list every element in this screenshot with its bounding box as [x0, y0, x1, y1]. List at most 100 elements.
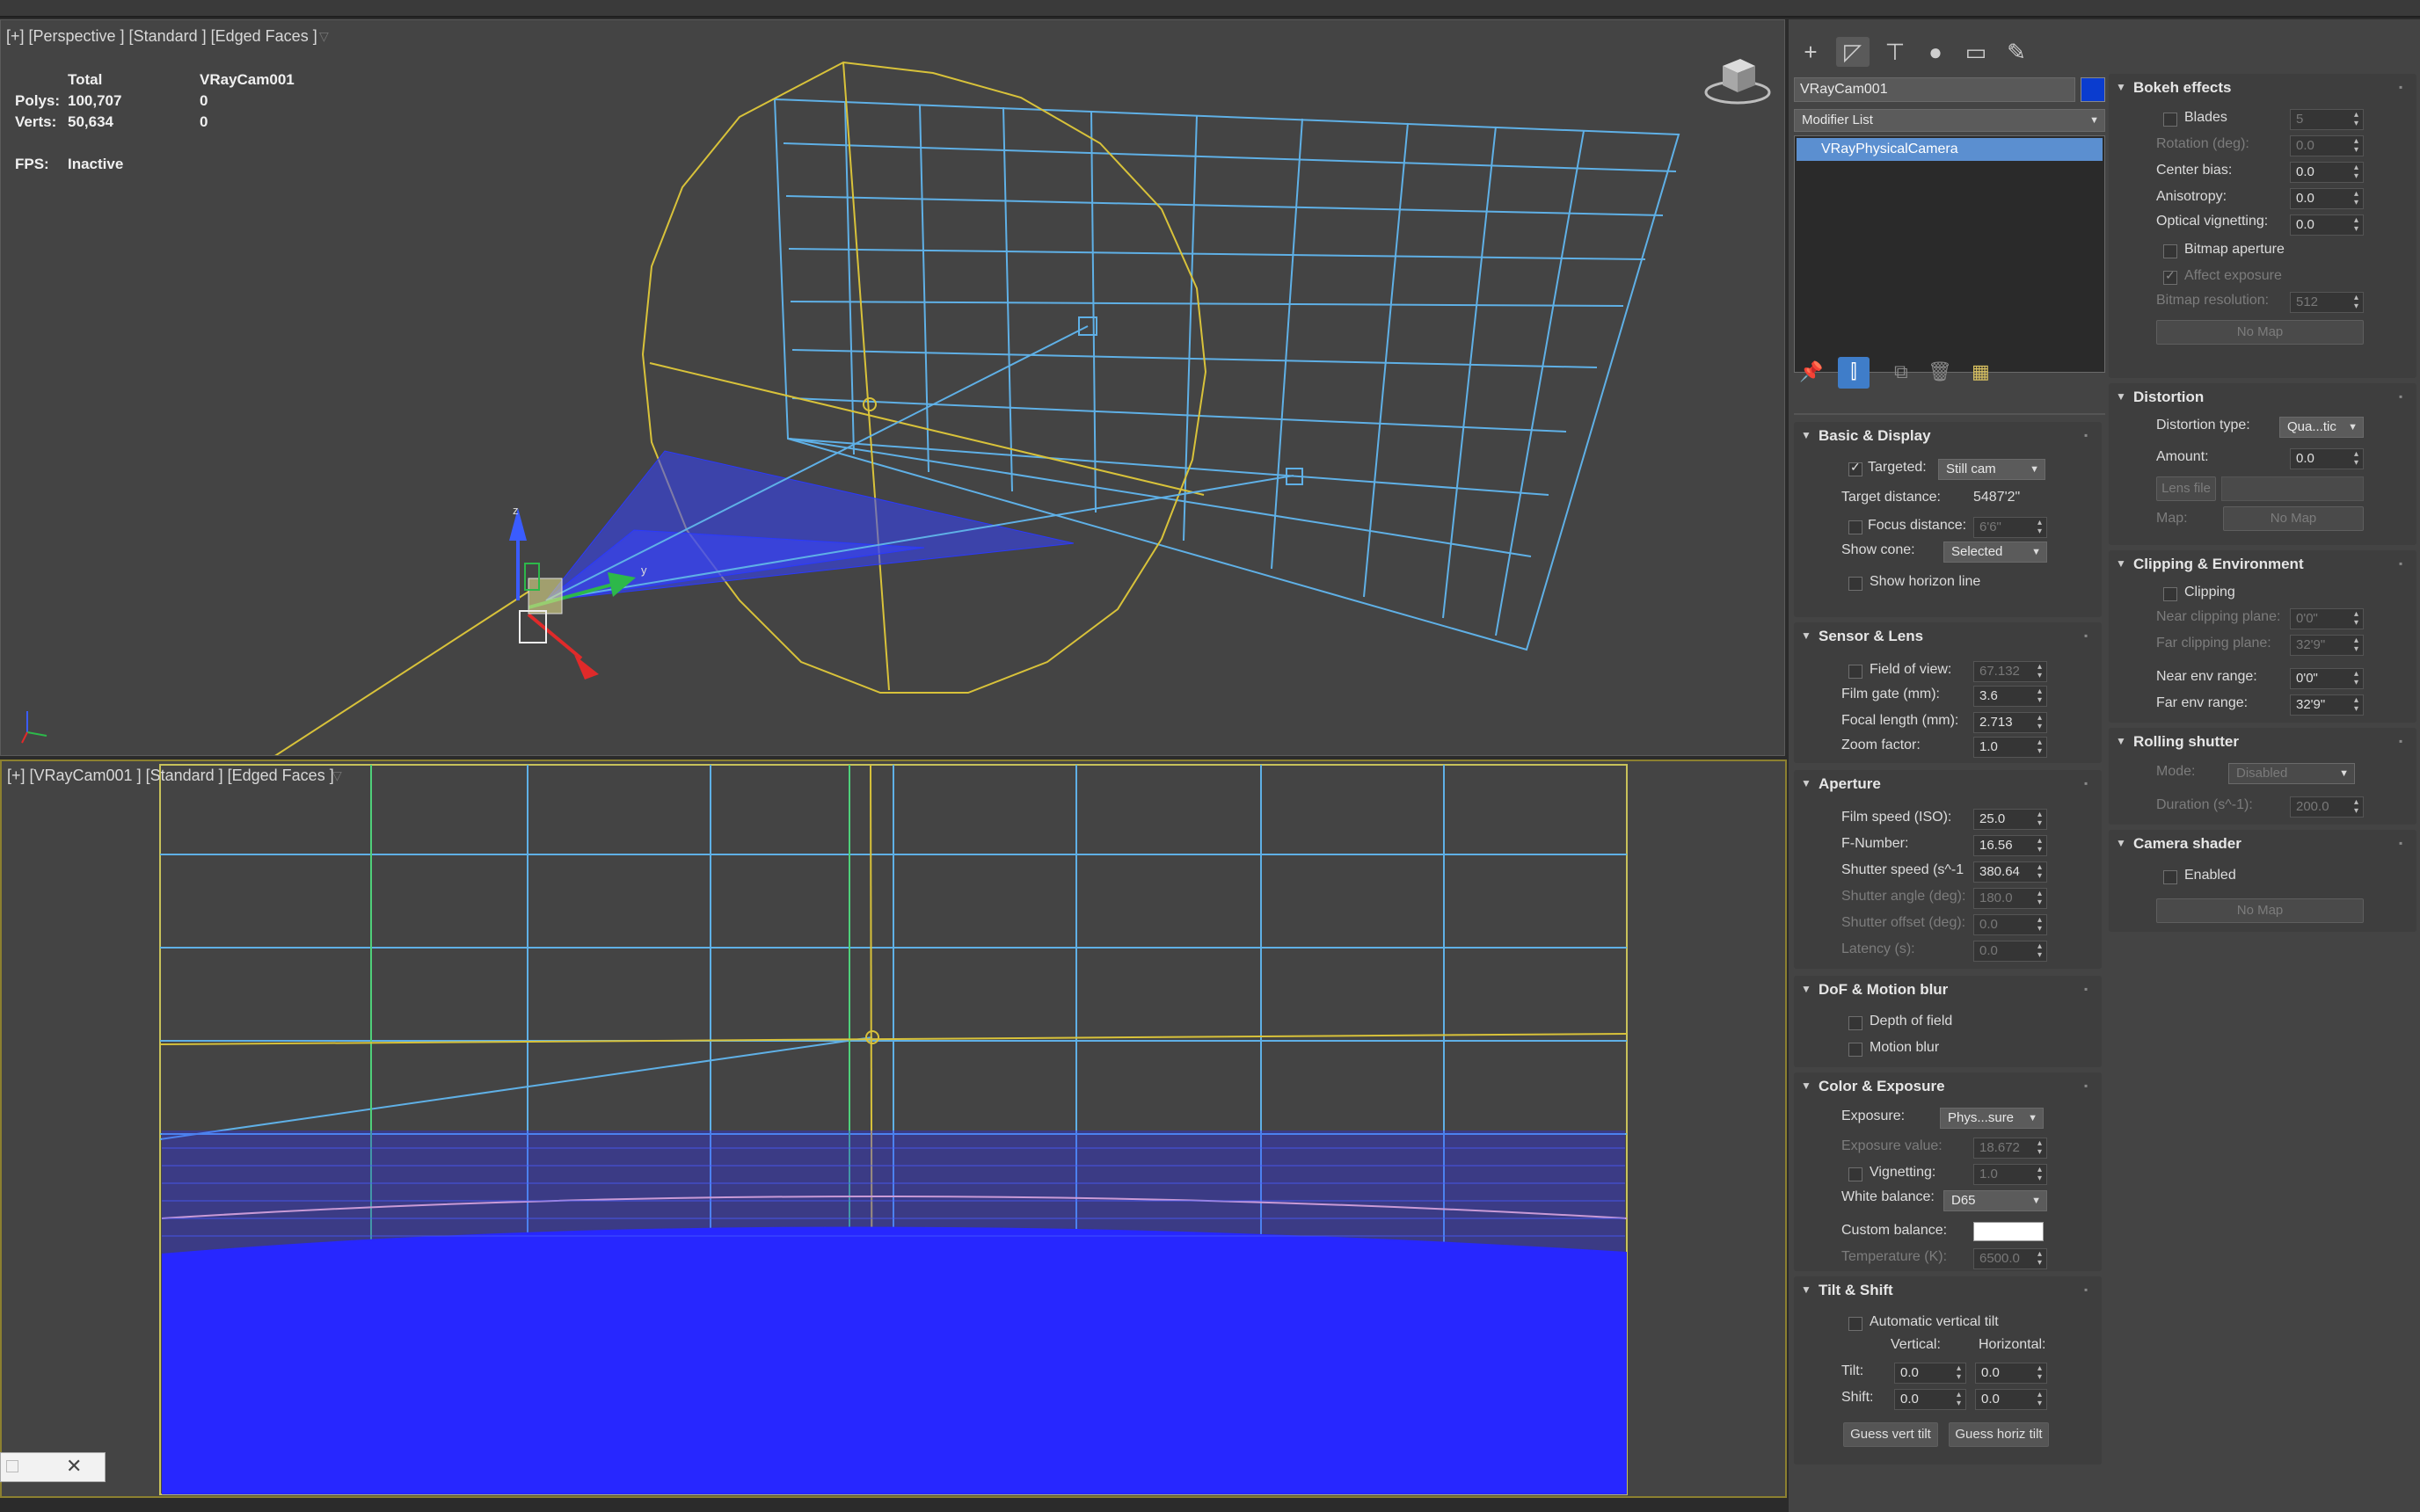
camera-viewport[interactable]: [+] [VRayCam001 ] [Standard ] [Edged Fac… — [0, 760, 1787, 1498]
rollout-title[interactable]: Rolling shutter — [2133, 733, 2239, 751]
mode-dropdown[interactable]: Disabled — [2228, 763, 2355, 784]
rollout-title[interactable]: Sensor & Lens — [1819, 628, 1923, 645]
lens-file-button[interactable]: Lens file — [2156, 476, 2216, 501]
near-clipping-spinner[interactable]: 0'0" — [2290, 608, 2364, 629]
viewport-label[interactable]: [+] [Perspective ] [Standard ] [Edged Fa… — [6, 27, 317, 46]
object-color-swatch[interactable] — [2081, 77, 2105, 102]
rollout-menu-icon[interactable]: ▪ — [2399, 735, 2402, 747]
blades-spinner[interactable]: 5 — [2290, 109, 2364, 130]
motion-tab-icon[interactable]: ● — [1919, 37, 1952, 67]
rollout-menu-icon[interactable]: ▪ — [2084, 1283, 2088, 1296]
rollout-menu-icon[interactable]: ▪ — [2084, 777, 2088, 789]
collapse-icon[interactable]: ▼ — [1801, 629, 1811, 642]
object-name-field[interactable]: VRayCam001 — [1794, 77, 2075, 102]
temperature-spinner[interactable]: 6500.0 — [1973, 1248, 2047, 1269]
viewport-label[interactable]: [+] [VRayCam001 ] [Standard ] [Edged Fac… — [7, 767, 334, 785]
guess-horiz-tilt-button[interactable]: Guess horiz tilt — [1949, 1422, 2049, 1447]
targeted-checkbox[interactable] — [1848, 460, 1862, 476]
far-env-spinner[interactable]: 32'9" — [2290, 694, 2364, 716]
collapse-icon[interactable]: ▼ — [2116, 81, 2126, 93]
shift-vertical-spinner[interactable]: 0.0 — [1894, 1389, 1966, 1410]
create-tab-icon[interactable]: + — [1794, 37, 1827, 67]
utilities-tab-icon[interactable]: ✎ — [2000, 37, 2033, 67]
rollout-menu-icon[interactable]: ▪ — [2084, 983, 2088, 995]
rollout-title[interactable]: Clipping & Environment — [2133, 556, 2304, 573]
far-clipping-spinner[interactable]: 32'9" — [2290, 635, 2364, 656]
affect-exposure-checkbox[interactable] — [2163, 268, 2177, 285]
filter-icon[interactable]: ▽ — [319, 29, 329, 44]
rollout-menu-icon[interactable]: ▪ — [2084, 429, 2088, 441]
fov-spinner[interactable]: 67.132 — [1973, 661, 2047, 682]
collapse-icon[interactable]: ▼ — [2116, 557, 2126, 570]
distortion-no-map-button[interactable]: No Map — [2223, 506, 2364, 531]
stack-item[interactable]: VRayPhysicalCamera — [1797, 138, 2103, 161]
rollout-menu-icon[interactable]: ▪ — [2399, 557, 2402, 570]
zoom-factor-spinner[interactable]: 1.0 — [1973, 737, 2047, 758]
rollout-title[interactable]: Aperture — [1819, 775, 1881, 793]
rollout-title[interactable]: Color & Exposure — [1819, 1078, 1945, 1095]
bitmap-resolution-spinner[interactable]: 512 — [2290, 292, 2364, 313]
rollout-title[interactable]: DoF & Motion blur — [1819, 981, 1948, 999]
shader-no-map-button[interactable]: No Map — [2156, 898, 2364, 923]
modifier-list-dropdown[interactable]: Modifier List — [1794, 109, 2105, 132]
focus-distance-checkbox[interactable] — [1848, 520, 1862, 534]
collapse-icon[interactable]: ▼ — [2116, 390, 2126, 403]
viewcube-icon[interactable] — [1704, 59, 1771, 105]
rollout-title[interactable]: Basic & Display — [1819, 427, 1931, 445]
tilt-horizontal-spinner[interactable]: 0.0 — [1975, 1363, 2047, 1384]
optical-vignetting-spinner[interactable]: 0.0 — [2290, 214, 2364, 236]
focus-distance-spinner[interactable]: 6'6" — [1973, 517, 2047, 538]
rotation-spinner[interactable]: 0.0 — [2290, 135, 2364, 156]
collapse-icon[interactable]: ▼ — [2116, 837, 2126, 849]
bitmap-no-map-button[interactable]: No Map — [2156, 320, 2364, 345]
rollout-title[interactable]: Camera shader — [2133, 835, 2241, 853]
shutter-speed-spinner[interactable]: 380.64 — [1973, 861, 2047, 883]
rollout-menu-icon[interactable]: ▪ — [2399, 81, 2402, 93]
blades-checkbox[interactable] — [2163, 113, 2177, 127]
camera-type-dropdown[interactable]: Still cam — [1938, 459, 2045, 480]
make-unique-icon[interactable]: ⧉ — [1894, 360, 1908, 383]
shutter-offset-spinner[interactable]: 0.0 — [1973, 914, 2047, 935]
display-tab-icon[interactable]: ▭ — [1959, 37, 1993, 67]
rollout-title[interactable]: Bokeh effects — [2133, 79, 2231, 97]
rollout-menu-icon[interactable]: ▪ — [2399, 390, 2402, 403]
shader-enabled-checkbox[interactable] — [2163, 870, 2177, 884]
collapse-icon[interactable]: ▼ — [1801, 1283, 1811, 1296]
vignetting-checkbox[interactable] — [1848, 1167, 1862, 1181]
white-balance-dropdown[interactable]: D65 — [1943, 1190, 2047, 1211]
rollout-title[interactable]: Tilt & Shift — [1819, 1282, 1893, 1299]
film-speed-spinner[interactable]: 25.0 — [1973, 809, 2047, 830]
floating-window[interactable]: ✕ — [0, 1452, 106, 1482]
close-icon[interactable]: ✕ — [66, 1455, 82, 1478]
collapse-icon[interactable]: ▼ — [1801, 983, 1811, 995]
shift-horizontal-spinner[interactable]: 0.0 — [1975, 1389, 2047, 1410]
f-number-spinner[interactable]: 16.56 — [1973, 835, 2047, 856]
guess-vert-tilt-button[interactable]: Guess vert tilt — [1843, 1422, 1938, 1447]
latency-spinner[interactable]: 0.0 — [1973, 941, 2047, 962]
horizon-line-checkbox[interactable] — [1848, 577, 1862, 591]
clipping-checkbox[interactable] — [2163, 587, 2177, 601]
bitmap-aperture-checkbox[interactable] — [2163, 244, 2177, 258]
rollout-menu-icon[interactable]: ▪ — [2084, 1079, 2088, 1092]
near-env-spinner[interactable]: 0'0" — [2290, 668, 2364, 689]
collapse-icon[interactable]: ▼ — [1801, 1079, 1811, 1092]
pin-stack-icon[interactable]: 📌 — [1799, 360, 1823, 383]
collapse-icon[interactable]: ▼ — [1801, 777, 1811, 789]
hierarchy-tab-icon[interactable]: ⊤ — [1878, 37, 1912, 67]
fov-checkbox[interactable] — [1848, 665, 1862, 679]
anisotropy-spinner[interactable]: 0.0 — [2290, 188, 2364, 209]
modify-tab-icon[interactable]: ◸ — [1836, 37, 1870, 67]
modifier-stack[interactable]: VRayPhysicalCamera — [1794, 135, 2105, 373]
amount-spinner[interactable]: 0.0 — [2290, 448, 2364, 469]
vignetting-spinner[interactable]: 1.0 — [1973, 1164, 2047, 1185]
remove-modifier-icon[interactable]: 🗑 — [1928, 360, 1952, 383]
center-bias-spinner[interactable]: 0.0 — [2290, 162, 2364, 183]
filter-icon[interactable]: ▽ — [332, 768, 342, 783]
focal-length-spinner[interactable]: 2.713 — [1973, 712, 2047, 733]
duration-spinner[interactable]: 200.0 — [2290, 796, 2364, 818]
rollout-menu-icon[interactable]: ▪ — [2399, 837, 2402, 849]
auto-vertical-tilt-checkbox[interactable] — [1848, 1317, 1862, 1331]
rollout-title[interactable]: Distortion — [2133, 389, 2204, 406]
motion-blur-checkbox[interactable] — [1848, 1043, 1862, 1057]
distortion-type-dropdown[interactable]: Qua...tic — [2279, 417, 2364, 438]
